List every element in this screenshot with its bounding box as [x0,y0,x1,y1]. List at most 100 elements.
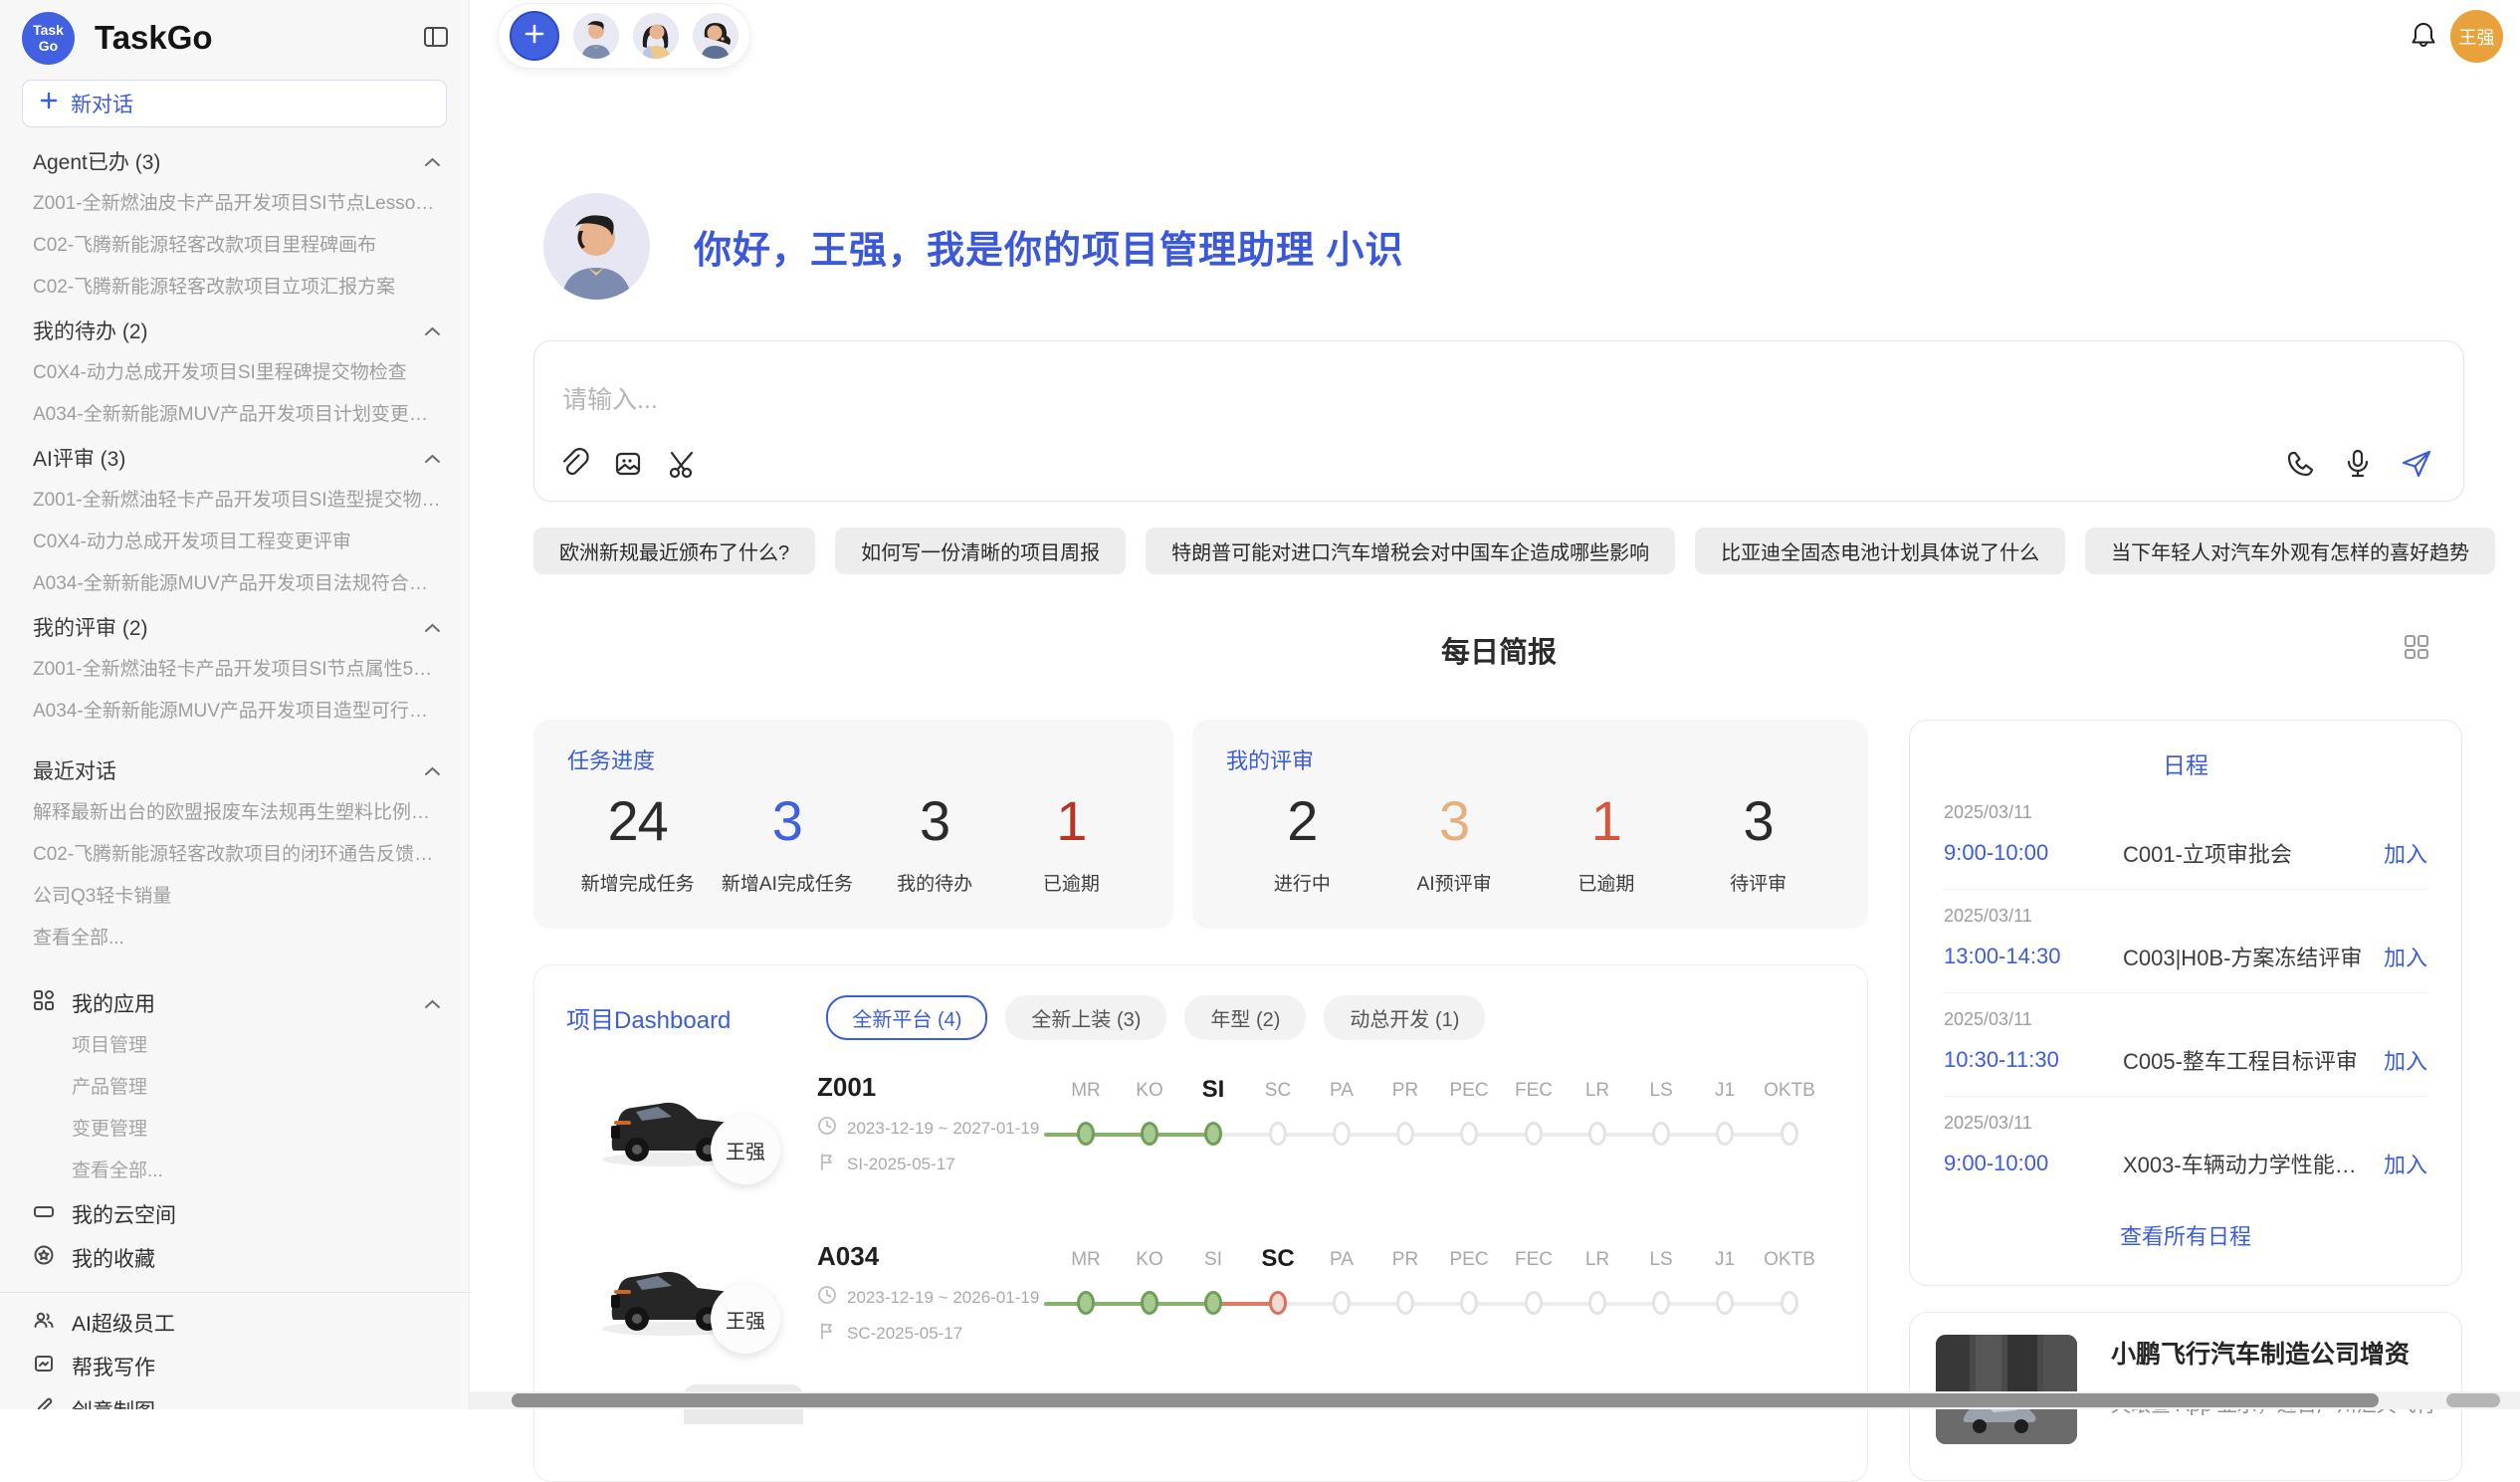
sidebar-ai-super-staff[interactable]: AI超级员工 [0,1301,469,1345]
stat-label: 进行中 [1247,869,1357,896]
app-title: TaskGo [95,19,423,57]
sidebar-cloud-space[interactable]: 我的云空间 [0,1192,469,1236]
project-dates-text: 2023-12-19 ~ 2027-01-19 [847,1119,1039,1139]
project-row-a034[interactable]: 王强 A034 2023-12-19 ~ 2026-01-19 SC-2025-… [534,1223,1867,1392]
sidebar-item[interactable]: 公司Q3轻卡销量 [0,876,469,918]
app-sub-item[interactable]: 变更管理 [0,1109,469,1151]
user-avatar[interactable]: 王强 [2450,10,2503,63]
suggestion-chip[interactable]: 欧洲新规最近颁布了什么? [533,528,815,574]
milestone-node [1652,1122,1670,1146]
sidebar-help-write[interactable]: 帮我写作 [0,1345,469,1388]
chat-input[interactable] [560,385,2057,416]
stat-value: 1 [1552,789,1661,853]
pen-icon [33,1396,55,1409]
milestone-node [1460,1291,1478,1315]
sidebar-item[interactable]: Z001-全新燃油轻卡产品开发项目SI造型提交物评审 [0,480,469,522]
app-sub-item[interactable]: 项目管理 [0,1025,469,1067]
milestone-node [1333,1122,1351,1146]
sidebar-section-agent-done[interactable]: Agent已办 (3) [0,139,469,183]
tab-new-platform[interactable]: 全新平台 (4) [826,995,987,1040]
sidebar-item[interactable]: A034-全新新能源MUV产品开发项目法规符合性评审 [0,563,469,605]
scissors-icon[interactable] [666,448,698,485]
stat-new-ai-done: 3 新增AI完成任务 [722,789,853,896]
sidebar-item[interactable]: C02-飞腾新能源轻客改款项目立项汇报方案 [0,267,469,309]
sidebar-collapse-button[interactable] [423,25,449,52]
paperclip-icon[interactable] [558,448,590,485]
project-flag-milestone: SI-2025-05-17 [817,1152,955,1176]
plus-icon [523,22,546,51]
schedule-item[interactable]: 2025/03/11 9:00-10:00 X003-车辆动力学性能验... 加… [1944,1096,2427,1199]
apps-view-all[interactable]: 查看全部... [0,1151,469,1192]
join-link[interactable]: 加入 [2384,1044,2427,1076]
join-link[interactable]: 加入 [2384,941,2427,972]
view-all-schedule-link[interactable]: 查看所有日程 [1944,1219,2427,1251]
image-icon[interactable] [612,448,644,485]
agent-avatar-1[interactable] [573,13,619,59]
sidebar-creative-draw[interactable]: 创意制图 [0,1388,469,1409]
sidebar-item[interactable]: Z001-全新燃油皮卡产品开发项目SI节点Lesson Learn报告 [0,183,469,225]
horizontal-scrollbar-thumb-right[interactable] [2446,1393,2500,1407]
recent-view-all[interactable]: 查看全部... [0,918,469,959]
stat-value: 1 [1016,789,1126,853]
send-icon[interactable] [2400,448,2433,485]
schedule-item[interactable]: 2025/03/11 9:00-10:00 C001-立项审批会 加入 [1944,786,2427,889]
milestone-node [1204,1291,1222,1315]
suggestion-chip[interactable]: 特朗普可能对进口汽车增税会对中国车企造成哪些影响 [1146,528,1675,574]
tab-year-model[interactable]: 年型 (2) [1184,995,1306,1040]
sidebar-item[interactable]: C02-飞腾新能源轻客改款项目里程碑画布 [0,225,469,267]
schedule-date: 2025/03/11 [1944,802,2427,823]
phone-icon[interactable] [2284,448,2316,485]
horizontal-scrollbar-thumb[interactable] [512,1393,2379,1407]
sidebar-item[interactable]: Z001-全新燃油轻卡产品开发项目SI节点属性5D文件评审 [0,649,469,691]
write-doc-icon [33,1353,55,1380]
card-title: 我的评审 [1226,743,1834,775]
suggestion-chip[interactable]: 比亚迪全固态电池计划具体说了什么 [1695,528,2065,574]
project-dates: 2023-12-19 ~ 2026-01-19 [817,1285,1039,1310]
project-flag-text: SC-2025-05-17 [847,1324,962,1344]
bell-icon [2409,39,2438,56]
agent-avatar-3[interactable] [693,13,738,59]
logo-line2: Go [39,38,58,54]
stat-label: 待评审 [1704,869,1813,896]
sidebar-item[interactable]: 解释最新出台的欧盟报废车法规再生塑料比例被调至15%... [0,792,469,834]
agent-avatar-2[interactable] [633,13,679,59]
tab-powertrain[interactable]: 动总开发 (1) [1324,995,1485,1040]
notification-bell-button[interactable] [2409,20,2438,57]
favorites-label: 我的收藏 [72,1243,441,1273]
clock-icon [817,1285,837,1310]
add-agent-button[interactable] [510,11,559,61]
milestone-node [1781,1291,1798,1315]
chevron-up-icon [424,758,441,782]
microphone-icon[interactable] [2342,448,2374,485]
section-label: 我的评审 (2) [33,612,148,642]
sidebar-item[interactable]: C02-飞腾新能源轻客改款项目的闭环通告反馈情况 [0,834,469,876]
sidebar-my-apps[interactable]: 我的应用 [0,981,469,1025]
chevron-up-icon [424,318,441,342]
sidebar-item[interactable]: C0X4-动力总成开发项目SI里程碑提交物检查 [0,352,469,394]
app-sub-item[interactable]: 产品管理 [0,1067,469,1109]
suggestion-chip[interactable]: 如何写一份清晰的项目周报 [835,528,1126,574]
suggestion-chip[interactable]: 当下年轻人对汽车外观有怎样的喜好趋势 [2085,528,2495,574]
sidebar-section-recent[interactable]: 最近对话 [0,748,469,792]
sidebar-section-my-todo[interactable]: 我的待办 (2) [0,309,469,352]
chevron-up-icon [424,615,441,639]
schedule-item[interactable]: 2025/03/11 13:00-14:30 C003|H0B-方案冻结评审 加… [1944,889,2427,992]
input-attachments [558,448,698,485]
sidebar-section-ai-review[interactable]: AI评审 (3) [0,436,469,480]
schedule-card: 日程 2025/03/11 9:00-10:00 C001-立项审批会 加入 2… [1909,720,2462,1286]
sidebar-section-my-review[interactable]: 我的评审 (2) [0,605,469,649]
stat-label: 已逾期 [1016,869,1126,896]
sidebar-item[interactable]: C0X4-动力总成开发项目工程变更评审 [0,522,469,563]
project-row-z001[interactable]: 王强 Z001 2023-12-19 ~ 2027-01-19 SI-2025-… [534,1054,1867,1223]
new-chat-button[interactable]: 新对话 [22,80,447,127]
tab-new-body[interactable]: 全新上装 (3) [1005,995,1166,1040]
sidebar-favorites[interactable]: 我的收藏 [0,1236,469,1280]
join-link[interactable]: 加入 [2384,1148,2427,1179]
join-link[interactable]: 加入 [2384,837,2427,869]
layout-grid-icon[interactable] [2403,633,2430,666]
schedule-item[interactable]: 2025/03/11 10:30-11:30 C005-整车工程目标评审 加入 [1944,992,2427,1096]
project-flag-text: SI-2025-05-17 [847,1155,955,1174]
sidebar-item[interactable]: A034-全新新能源MUV产品开发项目计划变更表编写 [0,394,469,436]
section-label: AI评审 (3) [33,443,125,473]
sidebar-item[interactable]: A034-全新新能源MUV产品开发项目造型可行性评审 [0,691,469,733]
